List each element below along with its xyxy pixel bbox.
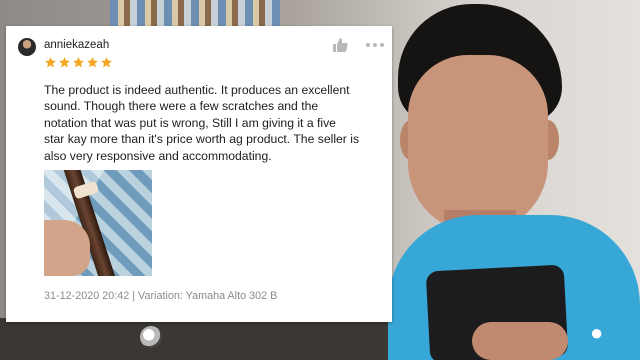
- review-photo[interactable]: [44, 170, 152, 276]
- star-icon: [101, 57, 112, 68]
- person-hand: [472, 322, 568, 360]
- star-icon: [87, 57, 98, 68]
- star-rating: [44, 56, 113, 69]
- bookshelf: [110, 0, 280, 28]
- desk-object: [140, 326, 162, 348]
- review-card: anniekazeah The product is indeed authen…: [6, 26, 392, 322]
- thumbs-up-icon[interactable]: [332, 37, 348, 53]
- more-options-icon[interactable]: [364, 37, 386, 53]
- review-meta: 31-12-2020 20:42 | Variation: Yamaha Alt…: [44, 290, 278, 302]
- review-username[interactable]: anniekazeah: [44, 39, 109, 51]
- review-text: The product is indeed authentic. It prod…: [44, 83, 360, 163]
- user-avatar[interactable]: [18, 38, 36, 56]
- person-face: [408, 55, 548, 233]
- star-icon: [59, 57, 70, 68]
- star-icon: [73, 57, 84, 68]
- shirt-logo-icon: ●: [590, 320, 604, 345]
- star-icon: [45, 57, 56, 68]
- desk: [0, 318, 390, 360]
